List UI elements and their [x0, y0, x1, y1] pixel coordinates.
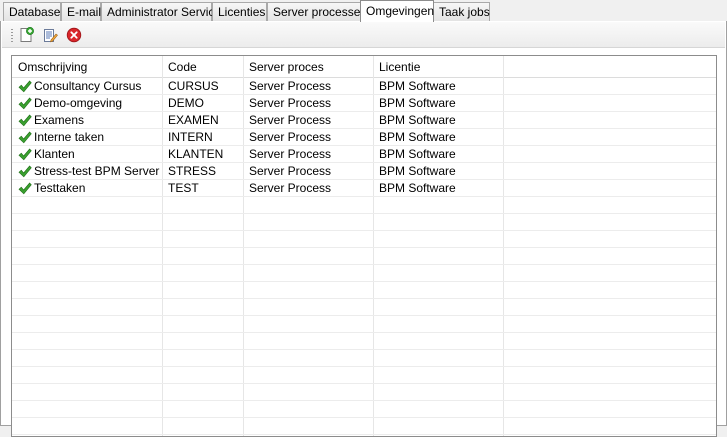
delete-icon[interactable]: [66, 27, 82, 43]
row-gridline: [12, 434, 716, 435]
tab-server-processen[interactable]: Server processen: [267, 2, 367, 21]
cell-code: STRESS: [168, 164, 217, 178]
row-gridline: [12, 383, 716, 384]
check-icon: [18, 165, 32, 178]
row-gridline: [12, 366, 716, 367]
row-gridline: [12, 247, 716, 248]
cell-licentie: BPM Software: [379, 164, 456, 178]
cell-code: INTERN: [168, 130, 213, 144]
tab-database[interactable]: Database: [3, 2, 61, 21]
toolbar-grip[interactable]: [11, 29, 13, 43]
cell-omschrijving: Demo-omgeving: [34, 96, 123, 110]
cell-omschrijving: Examens: [34, 113, 85, 127]
table-row[interactable]: Interne taken INTERN Server Process BPM Sof…: [12, 129, 716, 146]
cell-code: EXAMEN: [168, 113, 219, 127]
column-header-code[interactable]: Code: [162, 56, 243, 77]
cell-code: KLANTEN: [168, 147, 224, 161]
toolbar: [2, 22, 725, 48]
table-row[interactable]: Testtaken TEST Server Process BPM Software: [12, 180, 716, 197]
column-header-server-proces[interactable]: Server proces: [243, 56, 373, 77]
tab-e-mail[interactable]: E-mail: [61, 2, 101, 21]
new-document-icon[interactable]: [18, 27, 34, 43]
edit-document-icon[interactable]: [42, 27, 58, 43]
cell-server-proces: Server Process: [249, 79, 332, 93]
table-row[interactable]: Consultancy Cursus CURSUS Server Process BP…: [12, 78, 716, 95]
cell-omschrijving: Consultancy Cursus: [34, 79, 142, 93]
table-row[interactable]: Klanten KLANTEN Server Process BPM Software: [12, 146, 716, 163]
table-row[interactable]: Stress-test BPM Server STRESS Server Proce…: [12, 163, 716, 180]
row-gridline: [12, 213, 716, 214]
cell-licentie: BPM Software: [379, 79, 456, 93]
check-icon: [18, 114, 32, 127]
tab-omgevingen[interactable]: Omgevingen: [360, 0, 434, 22]
row-gridline: [12, 400, 716, 401]
check-icon: [18, 182, 32, 195]
cell-server-proces: Server Process: [249, 96, 332, 110]
cell-omschrijving: Interne taken: [34, 130, 105, 144]
cell-licentie: BPM Software: [379, 113, 456, 127]
row-gridline: [12, 298, 716, 299]
column-header-omschrijving[interactable]: Omschrijving: [12, 56, 162, 77]
cell-server-proces: Server Process: [249, 147, 332, 161]
row-gridline: [12, 281, 716, 282]
cell-licentie: BPM Software: [379, 130, 456, 144]
cell-licentie: BPM Software: [379, 181, 456, 195]
row-gridline: [12, 332, 716, 333]
row-gridline: [12, 264, 716, 265]
cell-omschrijving: Stress-test BPM Server: [34, 164, 160, 178]
cell-licentie: BPM Software: [379, 147, 456, 161]
check-icon: [18, 97, 32, 110]
table-header: Omschrijving Code Server proces Licentie: [12, 56, 716, 78]
cell-server-proces: Server Process: [249, 130, 332, 144]
cell-server-proces: Server Process: [249, 181, 332, 195]
cell-omschrijving: Testtaken: [34, 181, 86, 195]
cell-code: TEST: [168, 181, 199, 195]
tab-licenties[interactable]: Licenties: [212, 2, 267, 21]
check-icon: [18, 148, 32, 161]
environments-table: Omschrijving Code Server proces Licentie Co…: [11, 55, 717, 437]
row-gridline: [12, 230, 716, 231]
cell-server-proces: Server Process: [249, 164, 332, 178]
tab-strip: Database E-mail Administrator Service Licen…: [0, 0, 727, 22]
cell-licentie: BPM Software: [379, 96, 456, 110]
cell-code: CURSUS: [168, 79, 219, 93]
tab-taak-jobs[interactable]: Taak jobs: [433, 2, 490, 21]
cell-omschrijving: Klanten: [34, 147, 75, 161]
row-gridline: [12, 349, 716, 350]
cell-code: DEMO: [168, 96, 204, 110]
check-icon: [18, 131, 32, 144]
cell-server-proces: Server Process: [249, 113, 332, 127]
check-icon: [18, 80, 32, 93]
table-row[interactable]: Demo-omgeving DEMO Server Process BPM Softw…: [12, 95, 716, 112]
row-gridline: [12, 315, 716, 316]
column-header-licentie[interactable]: Licentie: [373, 56, 503, 77]
row-gridline: [12, 417, 716, 418]
tab-administrator-service[interactable]: Administrator Service: [101, 2, 221, 21]
tab-panel-omgevingen: Omschrijving Code Server proces Licentie Co…: [0, 21, 727, 437]
table-row[interactable]: Examens EXAMEN Server Process BPM Software: [12, 112, 716, 129]
